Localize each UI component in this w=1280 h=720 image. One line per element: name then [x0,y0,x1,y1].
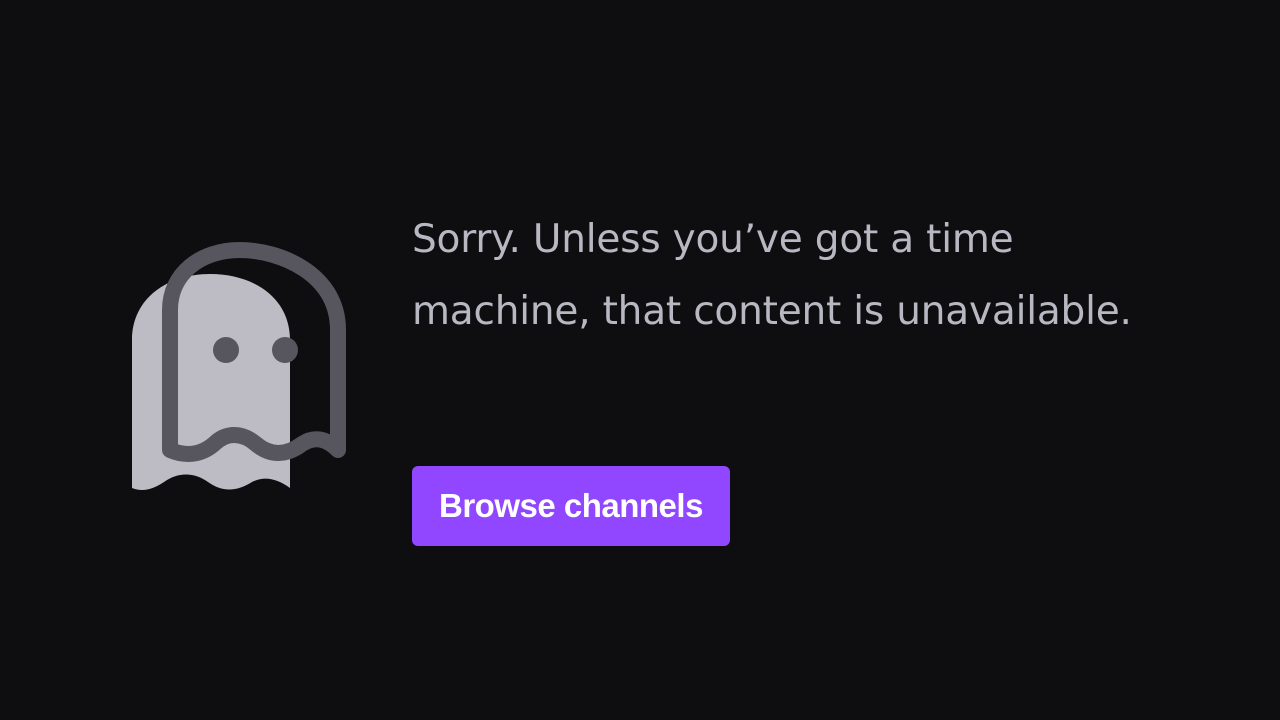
error-message: Sorry. Unless you’ve got a time machine,… [412,217,1132,334]
error-page: Sorry. Unless you’ve got a time machine,… [0,0,1280,720]
ghost-icon [128,240,352,494]
browse-channels-button[interactable]: Browse channels [412,466,730,546]
error-content: Sorry. Unless you’ve got a time machine,… [412,204,1152,546]
